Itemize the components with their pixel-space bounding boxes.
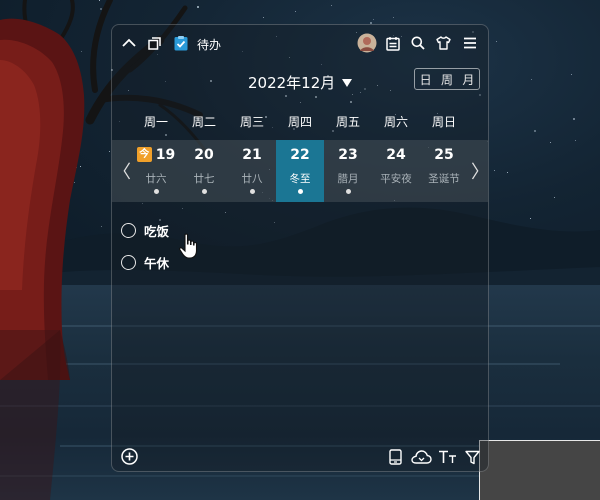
- star: [531, 79, 532, 80]
- task-checkbox[interactable]: [121, 222, 136, 238]
- star: [575, 140, 576, 141]
- day-cell-20[interactable]: 20 廿七: [180, 140, 228, 202]
- event-dot: [298, 189, 303, 194]
- weekday-header: 周一 周二 周三 周四 周五 周六 周日: [132, 113, 468, 129]
- lunar-date: 平安夜: [380, 173, 412, 185]
- skin-icon[interactable]: [434, 34, 452, 52]
- event-dot: [250, 189, 255, 194]
- star: [571, 74, 572, 75]
- add-icon[interactable]: [120, 447, 138, 465]
- star: [494, 170, 495, 171]
- prev-week-arrow[interactable]: 〈: [113, 140, 131, 202]
- tablet-icon[interactable]: [387, 448, 403, 466]
- next-week-arrow[interactable]: 〉: [471, 140, 488, 202]
- month-title: 2022年12月: [248, 74, 336, 92]
- day-cell-21[interactable]: 21 廿八: [228, 140, 276, 202]
- weekday-label: 周一: [143, 115, 168, 129]
- weekday-label: 周六: [383, 115, 408, 129]
- event-dot: [154, 189, 159, 194]
- day-cell-24[interactable]: 24 平安夜: [372, 140, 420, 202]
- star: [496, 41, 497, 42]
- weekday-label: 周四: [287, 115, 312, 129]
- star: [507, 172, 508, 173]
- day-cell-22-selected[interactable]: 22 冬至: [276, 140, 324, 202]
- star: [373, 19, 374, 20]
- weekday-label: 周二: [191, 115, 216, 129]
- day-number: 25: [434, 147, 454, 163]
- corner-panel: [479, 440, 600, 500]
- weekday-label: 周五: [335, 115, 360, 129]
- filter-icon[interactable]: [463, 448, 481, 466]
- star: [331, 5, 332, 6]
- view-week-tab[interactable]: 周: [436, 69, 457, 89]
- task-item[interactable]: 午休: [121, 252, 169, 272]
- event-dot: [346, 189, 351, 194]
- widget-toolbar: 待办: [112, 25, 488, 61]
- lunar-date: 廿六: [145, 173, 167, 185]
- month-selector[interactable]: 2022年12月: [248, 72, 353, 93]
- star: [263, 17, 264, 18]
- day-number: 21: [242, 147, 262, 163]
- weekday-label: 周日: [431, 115, 456, 129]
- task-item[interactable]: 吃饭: [121, 220, 169, 240]
- task-label[interactable]: 午休: [144, 253, 169, 272]
- day-number: 24: [386, 147, 406, 163]
- view-day-tab[interactable]: 日: [415, 69, 436, 89]
- star: [573, 118, 575, 120]
- avatar[interactable]: [357, 33, 377, 53]
- weekday-label: 周三: [239, 115, 264, 129]
- view-switch: 日 周 月: [414, 68, 480, 90]
- view-month-tab[interactable]: 月: [458, 69, 479, 89]
- day-cell-23[interactable]: 23 腊月: [324, 140, 372, 202]
- menu-icon[interactable]: [461, 34, 479, 52]
- day-number: 19: [155, 147, 176, 163]
- star: [550, 142, 551, 143]
- day-cell-19[interactable]: 今 19 廿六: [132, 140, 180, 202]
- search-icon[interactable]: [409, 34, 427, 52]
- lunar-date: 廿八: [241, 173, 263, 185]
- text-size-icon[interactable]: [437, 448, 457, 466]
- chevron-up-icon[interactable]: [120, 34, 138, 52]
- todo-tab-label[interactable]: 待办: [197, 36, 221, 53]
- day-number: 23: [338, 147, 358, 163]
- hand-cursor-icon: [179, 233, 198, 259]
- lunar-date: 廿七: [193, 173, 215, 185]
- week-date-strip: 〈 〉 今 19 廿六 20 廿七 21 廿八 22 冬至 23 腊月 24 平…: [112, 140, 488, 202]
- day-cell-25[interactable]: 25 圣诞节: [420, 140, 468, 202]
- caret-down-icon: [342, 79, 353, 87]
- calendar-todo-widget: 待办 2022年12月 日 周 月 周一 周二 周三 周四 周五 周六 周日 〈…: [111, 24, 489, 472]
- task-checkbox[interactable]: [121, 254, 136, 270]
- star: [295, 11, 296, 12]
- calendar-icon[interactable]: [384, 34, 402, 52]
- star: [534, 130, 536, 132]
- task-label[interactable]: 吃饭: [144, 221, 169, 240]
- cloud-sync-icon[interactable]: [410, 448, 432, 466]
- lunar-date: 圣诞节: [428, 173, 460, 185]
- day-number: 20: [194, 147, 214, 163]
- star: [393, 17, 394, 18]
- lunar-date: 冬至: [289, 173, 311, 185]
- today-badge: 今: [136, 147, 152, 162]
- todo-check-icon[interactable]: [172, 34, 190, 52]
- window-icon[interactable]: [145, 34, 163, 52]
- event-dot: [202, 189, 207, 194]
- lunar-date: 腊月: [337, 173, 359, 185]
- day-number: 22: [290, 147, 310, 163]
